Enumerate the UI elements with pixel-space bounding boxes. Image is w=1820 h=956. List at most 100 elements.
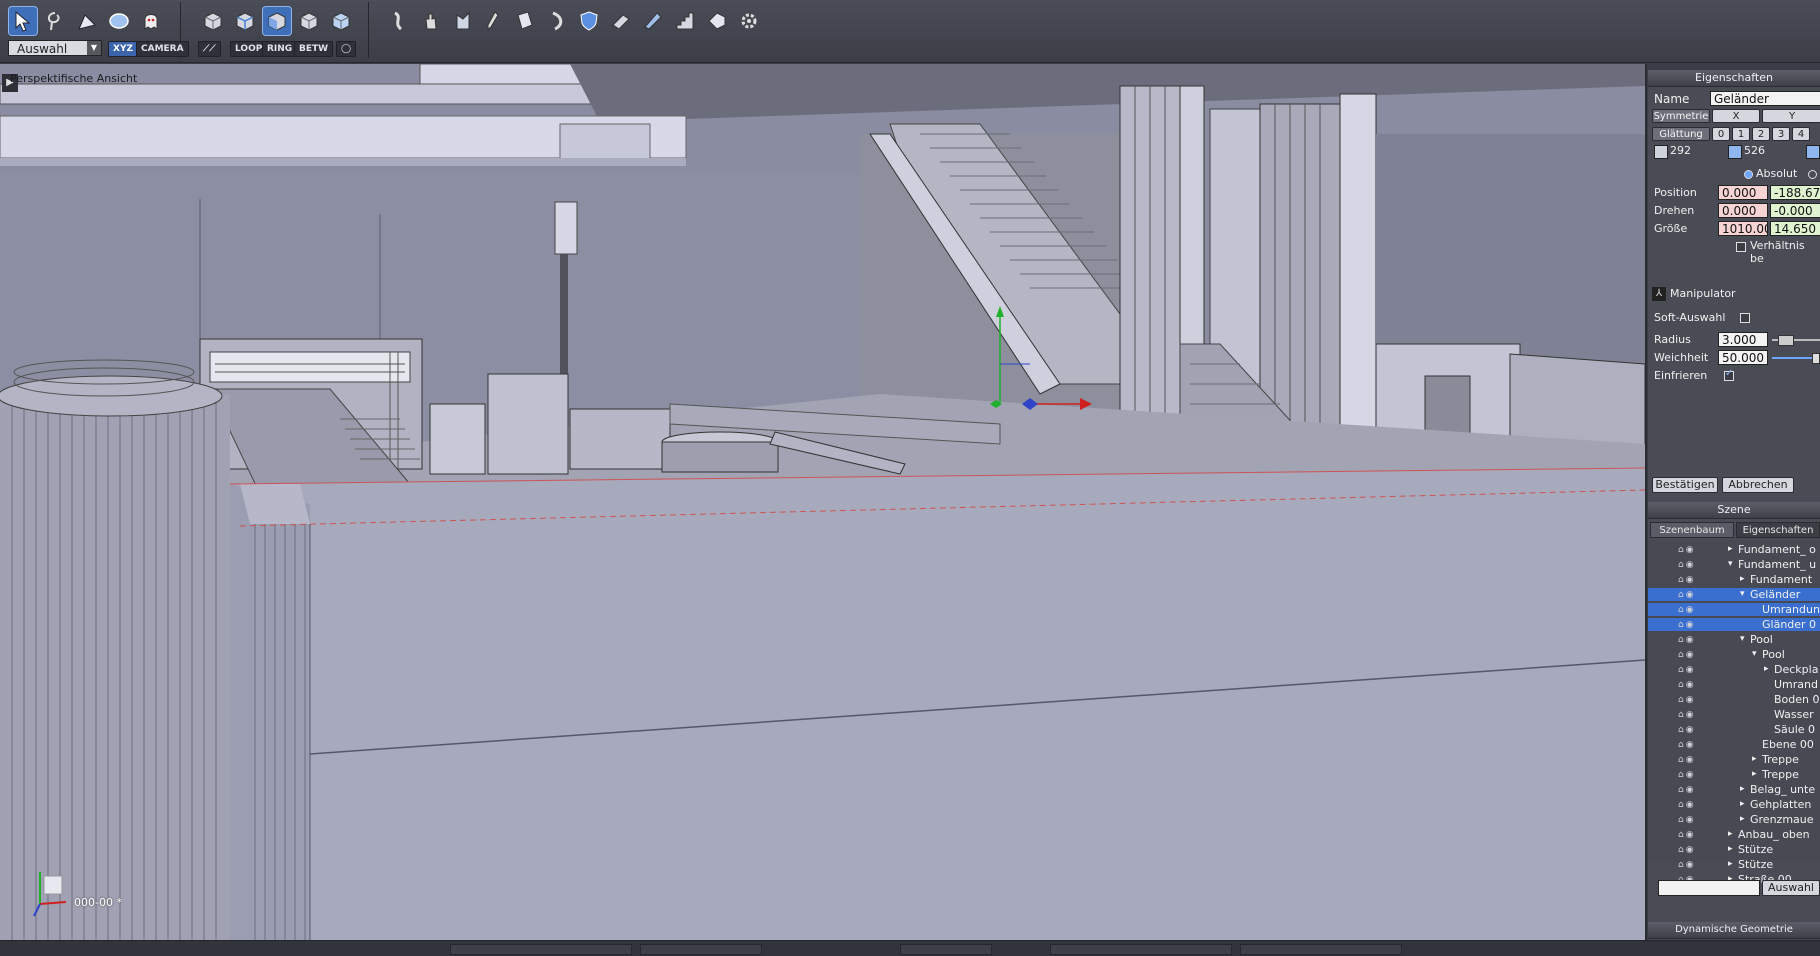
tree-item[interactable]: ⌂◉ Umrandun [1648, 603, 1820, 616]
tree-item[interactable]: ⌂◉ ▸ Fundament_ o [1648, 543, 1820, 556]
tree-item[interactable]: ⌂◉ ▸ Belag_ unte [1648, 783, 1820, 796]
bend-icon[interactable] [448, 6, 478, 36]
visibility-lock-icon[interactable]: ⌂◉ [1678, 574, 1696, 587]
tree-expand-arrow-icon[interactable]: ▸ [1728, 843, 1733, 856]
extrude-icon[interactable] [606, 6, 636, 36]
visibility-lock-icon[interactable]: ⌂◉ [1678, 589, 1696, 602]
visibility-lock-icon[interactable]: ⌂◉ [1678, 799, 1696, 812]
tree-item[interactable]: ⌂◉ ▸ Fundament [1648, 573, 1820, 586]
search-input[interactable] [1658, 880, 1760, 896]
tree-item[interactable]: ⌂◉ ▾ Pool [1648, 633, 1820, 646]
visibility-lock-icon[interactable]: ⌂◉ [1678, 769, 1696, 782]
ratio-checkbox[interactable] [1736, 242, 1746, 252]
visibility-lock-icon[interactable]: ⌂◉ [1678, 664, 1696, 677]
tree-item[interactable]: ⌂◉ ▸ Gehplatten [1648, 798, 1820, 811]
xyz-toggle[interactable]: XYZ [108, 41, 138, 57]
tree-expand-arrow-icon[interactable]: ▾ [1728, 558, 1733, 571]
tree-item[interactable]: ⌂◉ Umrand [1648, 678, 1820, 691]
mode-dropdown[interactable]: Auswahl ▼ [8, 40, 102, 56]
visibility-lock-icon[interactable]: ⌂◉ [1678, 724, 1696, 737]
tree-expand-arrow-icon[interactable]: ▸ [1740, 813, 1745, 826]
soft-select-checbox[interactable] [1740, 313, 1750, 323]
tree-item[interactable]: ⌂◉ ▸ Anbau_ oben [1648, 828, 1820, 841]
tree-expand-arrow-icon[interactable]: ▸ [1740, 573, 1745, 586]
tree-expand-arrow-icon[interactable]: ▸ [1728, 858, 1733, 871]
symmetry-y-button[interactable]: Y [1762, 109, 1820, 123]
tree-expand-arrow-icon[interactable]: ▸ [1740, 783, 1745, 796]
hand-icon[interactable] [416, 6, 446, 36]
tree-item[interactable]: ⌂◉ Boden 0 [1648, 693, 1820, 706]
visibility-lock-icon[interactable]: ⌂◉ [1678, 754, 1696, 767]
size-x-field[interactable]: 1010.000 [1718, 221, 1768, 236]
tree-item[interactable]: ⌂◉ ▸ Treppe [1648, 753, 1820, 766]
paint-select-icon[interactable] [72, 6, 102, 36]
visibility-lock-icon[interactable]: ⌂◉ [1678, 634, 1696, 647]
tree-item[interactable]: ⌂◉ ▾ Pool [1648, 648, 1820, 661]
sphere-select-icon[interactable] [104, 6, 134, 36]
ghost-icon[interactable] [136, 6, 166, 36]
tree-item[interactable]: ⌂◉ ▸ Treppe [1648, 768, 1820, 781]
freeze-checkbox[interactable] [1724, 368, 1734, 381]
symmetry-x-button[interactable]: X [1712, 109, 1760, 123]
bevel-icon[interactable] [702, 6, 732, 36]
refresh-icon[interactable]: ◯ [336, 41, 357, 57]
tree-expand-arrow-icon[interactable]: ▸ [1728, 543, 1733, 556]
visibility-lock-icon[interactable]: ⌂◉ [1678, 844, 1696, 857]
rotate-y-field[interactable]: -0.000 [1770, 203, 1820, 218]
tree-item[interactable]: ⌂◉ Säule 0 [1648, 723, 1820, 736]
camera-toggle[interactable]: CAMERA [136, 41, 189, 57]
symmetry-button[interactable]: Symmetrie [1652, 109, 1710, 123]
tree-item[interactable]: ⌂◉ ▾ Fundament_ u [1648, 558, 1820, 571]
cube-face-icon[interactable] [262, 6, 292, 36]
visibility-lock-icon[interactable]: ⌂◉ [1678, 619, 1696, 632]
visibility-lock-icon[interactable]: ⌂◉ [1678, 709, 1696, 722]
tree-expand-arrow-icon[interactable]: ▾ [1752, 648, 1757, 661]
smoothing-0[interactable]: 0 [1712, 127, 1730, 141]
tree-item[interactable]: ⌂◉ Wasser [1648, 708, 1820, 721]
tree-expand-arrow-icon[interactable]: ▸ [1740, 798, 1745, 811]
tab-scene-tree[interactable]: Szenenbaum [1650, 522, 1734, 538]
select-button[interactable]: Auswahl [1762, 880, 1820, 896]
smoothing-4[interactable]: 4 [1792, 127, 1810, 141]
scene-tree[interactable]: ⌂◉ ▸ Fundament_ o ⌂◉ ▾ Fundament_ u ⌂◉ ▸ Fundame… [1648, 540, 1820, 886]
visibility-lock-icon[interactable]: ⌂◉ [1678, 784, 1696, 797]
tree-expand-arrow-icon[interactable]: ▸ [1728, 828, 1733, 841]
name-field[interactable]: Geländer [1710, 91, 1820, 106]
visibility-lock-icon[interactable]: ⌂◉ [1678, 544, 1696, 557]
visibility-lock-icon[interactable]: ⌂◉ [1678, 679, 1696, 692]
tree-item[interactable]: ⌂◉ ▾ Geländer [1648, 588, 1820, 601]
tree-expand-arrow-icon[interactable]: ▸ [1764, 663, 1769, 676]
cube-object-icon[interactable] [294, 6, 324, 36]
smoothing-1[interactable]: 1 [1732, 127, 1750, 141]
tree-item[interactable]: ⌂◉ Ebene 00 [1648, 738, 1820, 751]
radius-field[interactable]: 3.000 [1718, 332, 1768, 347]
tree-expand-arrow-icon[interactable]: ▾ [1740, 588, 1745, 601]
absolute-radio[interactable] [1744, 170, 1753, 179]
cancel-button[interactable]: Abbrechen [1722, 477, 1794, 493]
confirm-button[interactable]: Bestätigen [1652, 477, 1718, 493]
curve-icon[interactable] [542, 6, 572, 36]
visibility-lock-icon[interactable]: ⌂◉ [1678, 829, 1696, 842]
visibility-lock-icon[interactable]: ⌂◉ [1678, 859, 1696, 872]
cube-vertex-icon[interactable] [198, 6, 228, 36]
visibility-lock-icon[interactable]: ⌂◉ [1678, 739, 1696, 752]
edge-tool-icon[interactable]: ⟋⟋ [198, 41, 221, 57]
knife-icon[interactable] [638, 6, 668, 36]
lasso-icon[interactable] [40, 6, 70, 36]
settings-gear-icon[interactable] [734, 6, 764, 36]
tree-expand-arrow-icon[interactable]: ▸ [1752, 753, 1757, 766]
position-y-field[interactable]: -188.675 [1770, 185, 1820, 200]
size-y-field[interactable]: 14.650 [1770, 221, 1820, 236]
tree-item[interactable]: ⌂◉ Gländer 0 [1648, 618, 1820, 631]
brush-icon[interactable] [478, 6, 508, 36]
tree-item[interactable]: ⌂◉ ▸ Stütze [1648, 858, 1820, 871]
3d-viewport[interactable]: ▶ Perspektifische Ansicht 000-00 * [0, 64, 1647, 940]
position-x-field[interactable]: 0.000 [1718, 185, 1768, 200]
tab-scene-properties[interactable]: Eigenschaften [1736, 522, 1820, 538]
twist-icon[interactable] [384, 6, 414, 36]
smoothing-2[interactable]: 2 [1752, 127, 1770, 141]
dynamic-geometry-title[interactable]: Dynamische Geometrie [1648, 922, 1820, 939]
softness-field[interactable]: 50.000 [1718, 350, 1768, 365]
tree-item[interactable]: ⌂◉ ▸ Grenzmaue [1648, 813, 1820, 826]
cube-edge-icon[interactable] [230, 6, 260, 36]
